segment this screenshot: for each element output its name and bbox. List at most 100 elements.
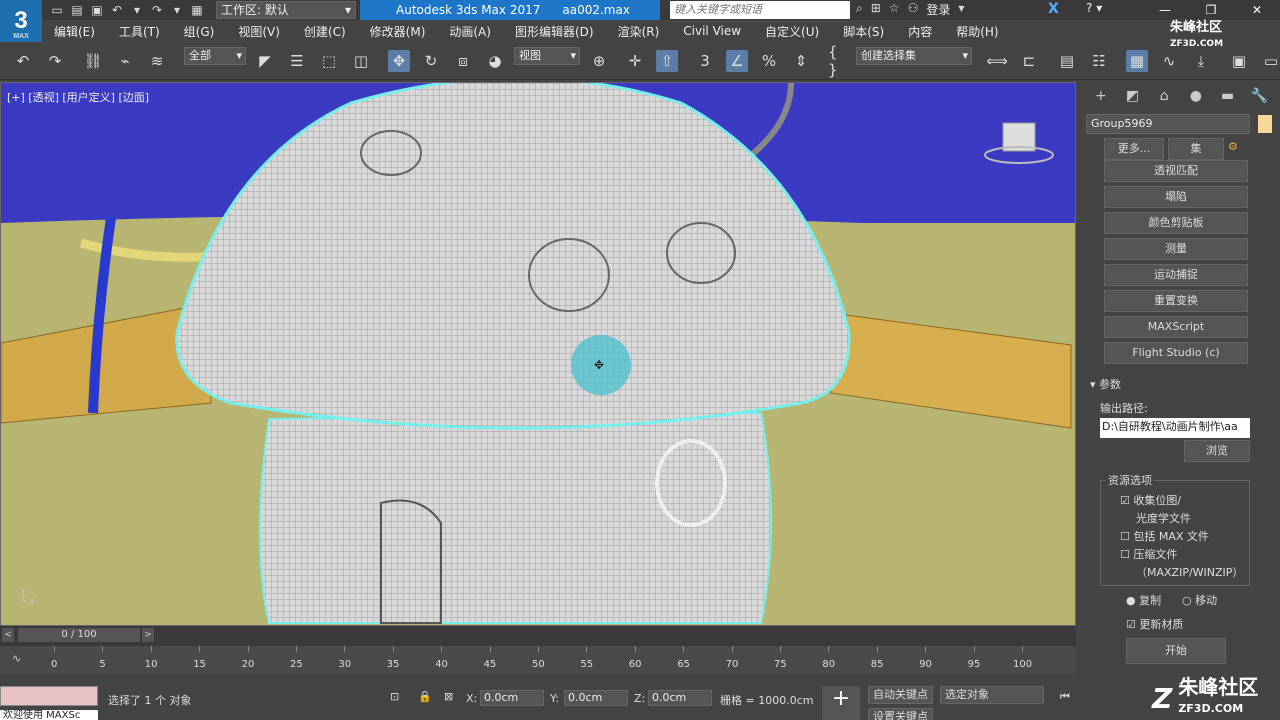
lock-icon[interactable]: 🔒 — [418, 690, 432, 703]
menu-rendering[interactable]: 渲染(R) — [606, 23, 672, 40]
viewport-perspective[interactable]: [+] [透视] [用户定义] [边面] ✥ z └ x — [0, 82, 1076, 626]
select-object-icon[interactable]: ◤ — [254, 50, 276, 72]
go-to-start-icon[interactable]: ⏮ — [1060, 690, 1070, 704]
set-key-button[interactable]: 设置关键点 — [868, 708, 933, 720]
start-button[interactable]: 开始 — [1126, 638, 1226, 664]
menu-graph-editors[interactable]: 图形编辑器(D) — [503, 23, 606, 40]
open-folder-icon[interactable]: ▤ — [68, 1, 86, 19]
move-icon[interactable]: ✥ — [388, 50, 410, 72]
render-setup-icon[interactable]: ▣ — [1228, 50, 1250, 72]
render-frame-icon[interactable]: ▭ — [1260, 50, 1280, 72]
named-selection-dropdown[interactable]: 创建选择集 — [856, 47, 972, 65]
motion-capture-button[interactable]: 运动捕捉 — [1104, 264, 1248, 286]
key-filter-dropdown[interactable]: 选定对象 — [940, 686, 1044, 704]
pivot-center-icon[interactable]: ⊕ — [588, 50, 610, 72]
unlink-icon[interactable]: ⌁ — [114, 50, 136, 72]
curve-editor-icon[interactable]: ∿ — [1158, 50, 1180, 72]
mirror-icon[interactable]: ⟺ — [986, 50, 1008, 72]
select-manipulate-icon[interactable]: ✛ — [624, 50, 646, 72]
menu-scripting[interactable]: 脚本(S) — [831, 23, 896, 40]
bridge-icon[interactable]: ⊞ — [871, 1, 881, 18]
motion-tab-icon[interactable]: ● — [1183, 86, 1209, 106]
menu-views[interactable]: 视图(V) — [226, 23, 292, 40]
star-icon[interactable]: ☆ — [889, 1, 900, 18]
binoculars-icon[interactable]: ⌕ — [856, 1, 863, 18]
edit-named-sets-icon[interactable]: { } — [828, 43, 850, 79]
menu-customize[interactable]: 自定义(U) — [753, 23, 831, 40]
update-materials-checkbox[interactable]: ☑ 更新材质 — [1126, 616, 1183, 632]
curve-editor-mini-icon[interactable]: ∿ — [12, 652, 21, 665]
redo-dropdown-icon[interactable]: ▾ — [168, 1, 186, 19]
spinner-snap-icon[interactable]: ⇕ — [790, 50, 812, 72]
reset-xform-button[interactable]: 重置变换 — [1104, 290, 1248, 312]
move-radio[interactable]: ○ 移动 — [1182, 592, 1217, 608]
maxscript-listener[interactable] — [0, 686, 98, 706]
object-color-swatch[interactable] — [1258, 115, 1272, 133]
close-icon[interactable]: ✕ — [1234, 0, 1280, 20]
window-crossing-icon[interactable]: ◫ — [350, 50, 372, 72]
maxscript-mini[interactable]: 欢迎使用 MAXSc — [0, 710, 98, 720]
hierarchy-tab-icon[interactable]: ⌂ — [1151, 86, 1177, 106]
collapse-button[interactable]: 塌陷 — [1104, 186, 1248, 208]
redo-icon[interactable]: ↷ — [148, 1, 166, 19]
login-dropdown-icon[interactable]: ▾ — [958, 1, 964, 18]
percent-snap-icon[interactable]: % — [758, 50, 780, 72]
ribbon-icon[interactable]: ▦ — [1126, 50, 1148, 72]
measure-button[interactable]: 测量 — [1104, 238, 1248, 260]
app-logo[interactable]: 3 MAX — [0, 0, 42, 42]
undo-icon[interactable]: ↶ — [12, 50, 34, 72]
menu-animation[interactable]: 动画(A) — [437, 23, 503, 40]
absolute-mode-icon[interactable]: ⊠ — [444, 690, 453, 703]
selection-filter-dropdown[interactable]: 全部 — [184, 47, 246, 65]
menu-tools[interactable]: 工具(T) — [107, 23, 172, 40]
project-folder-icon[interactable]: ▦ — [188, 1, 206, 19]
track-bar[interactable]: ∿ 0 5 10 15 20 25 30 35 40 45 50 55 60 65 70 75 80 85 90 95… — [0, 646, 1076, 674]
perspective-match-button[interactable]: 透视匹配 — [1104, 160, 1248, 182]
align-icon[interactable]: ⊏ — [1018, 50, 1040, 72]
workspace-dropdown[interactable]: 工作区: 默认 — [216, 1, 356, 19]
more-button[interactable]: 更多... — [1104, 138, 1164, 160]
modify-tab-icon[interactable]: ◩ — [1120, 86, 1146, 106]
collect-bitmaps-checkbox[interactable]: ☑ 收集位图/ — [1120, 492, 1181, 508]
display-tab-icon[interactable]: ▬ — [1215, 86, 1241, 106]
place-icon[interactable]: ◕ — [484, 50, 506, 72]
utilities-tab-icon[interactable]: 🔧 — [1246, 86, 1272, 106]
viewport-label[interactable]: [+] [透视] [用户定义] [边面] — [7, 89, 149, 105]
select-by-name-icon[interactable]: ☰ — [286, 50, 308, 72]
rect-selection-icon[interactable]: ⬚ — [318, 50, 340, 72]
output-path-input[interactable]: D:\自研教程\动画片制作\aa — [1100, 418, 1250, 438]
y-coord-field[interactable]: 0.0cm — [564, 690, 628, 706]
menu-help[interactable]: 帮助(H) — [944, 23, 1010, 40]
menu-group[interactable]: 组(G) — [172, 23, 227, 40]
help-button[interactable]: ? ▾ — [1086, 1, 1102, 15]
object-name-field[interactable]: Group5969 — [1086, 114, 1250, 134]
configure-sets-icon[interactable]: ⚙ — [1228, 140, 1238, 153]
snaps-toggle-icon[interactable]: 3 — [694, 50, 716, 72]
browse-button[interactable]: 浏览 — [1184, 440, 1250, 462]
menu-modifiers[interactable]: 修改器(M) — [358, 23, 438, 40]
undo-dropdown-icon[interactable]: ▾ — [128, 1, 146, 19]
login-button[interactable]: 登录 — [926, 1, 950, 18]
link-icon[interactable]: ⛓ — [82, 50, 104, 72]
compress-checkbox[interactable]: ☐ 压缩文件 — [1120, 546, 1177, 562]
new-file-icon[interactable]: ▭ — [48, 1, 66, 19]
flight-studio-button[interactable]: Flight Studio (c) — [1104, 342, 1248, 364]
menu-create[interactable]: 创建(C) — [292, 23, 358, 40]
prev-frame-button[interactable]: < — [2, 628, 14, 642]
keyboard-shortcut-icon[interactable]: ⇧ — [656, 50, 678, 72]
include-max-checkbox[interactable]: ☐ 包括 MAX 文件 — [1120, 528, 1209, 544]
menu-edit[interactable]: 编辑(E) — [42, 23, 107, 40]
menu-content[interactable]: 内容 — [896, 23, 944, 40]
exchange-x-icon[interactable]: X — [1048, 1, 1059, 17]
reference-coord-dropdown[interactable]: 视图 — [514, 47, 580, 65]
scale-icon[interactable]: ⧈ — [452, 50, 474, 72]
schematic-view-icon[interactable]: ⤓ — [1190, 50, 1212, 72]
time-slider-thumb[interactable]: 0 / 100 — [18, 628, 140, 642]
maxscript-button[interactable]: MAXScript — [1104, 316, 1248, 338]
parameters-rollout[interactable]: ▾ 参数 — [1090, 376, 1121, 392]
bind-spacewarp-icon[interactable]: ≋ — [146, 50, 168, 72]
layer-explorer-icon[interactable]: ▤ — [1056, 50, 1078, 72]
menu-civil-view[interactable]: Civil View — [671, 24, 753, 38]
user-icon[interactable]: ⚇ — [908, 1, 919, 18]
rotate-icon[interactable]: ↻ — [420, 50, 442, 72]
